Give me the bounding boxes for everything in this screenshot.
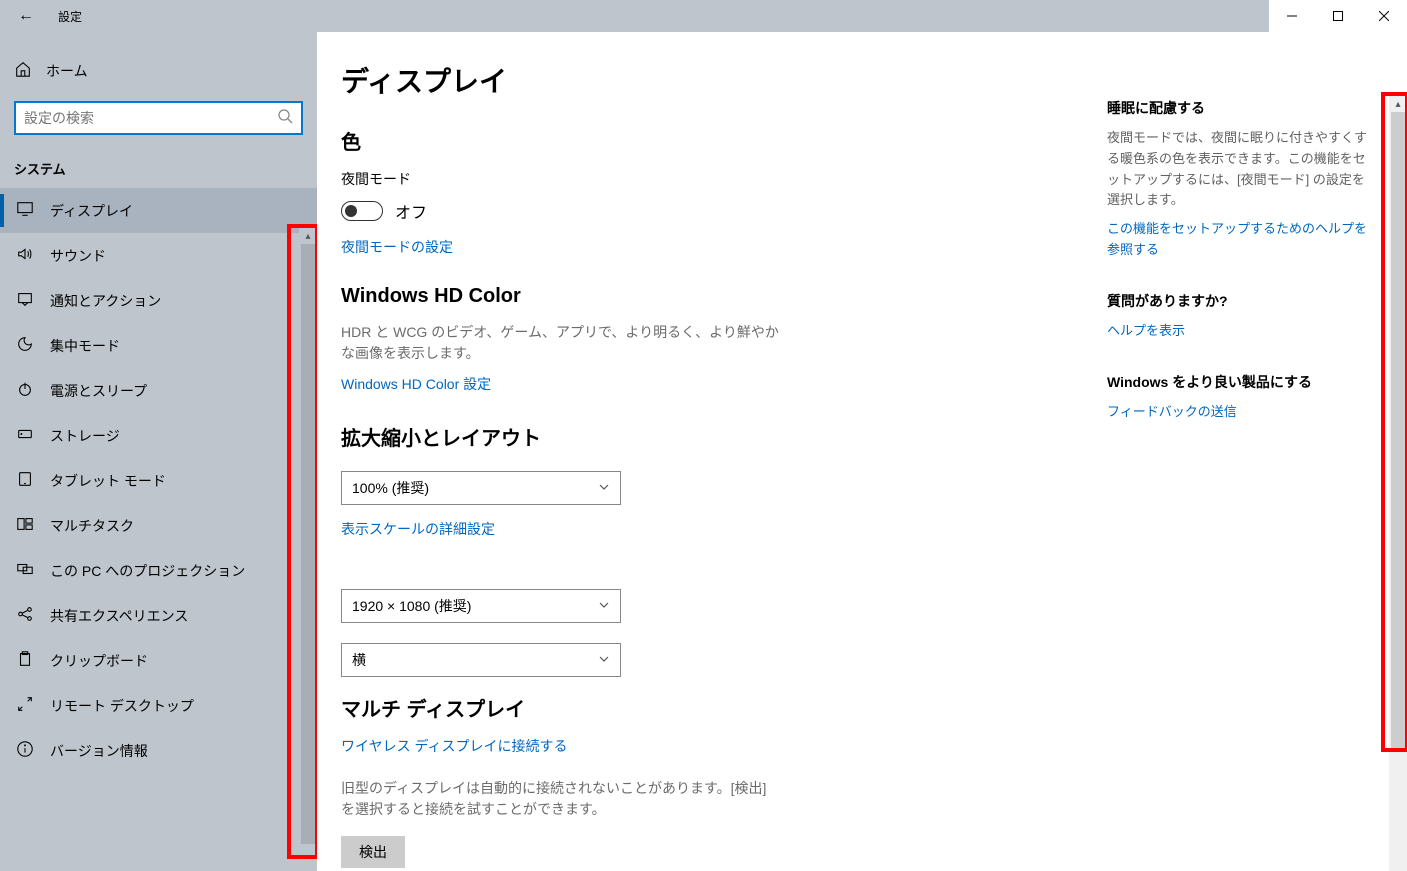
aside-sleep-text: 夜間モードでは、夜間に眠りに付きやすくする暖色系の色を表示できます。この機能をセ… — [1107, 128, 1369, 211]
sidebar-item-focus[interactable]: 集中モード — [0, 323, 317, 368]
display-icon — [16, 200, 34, 221]
sidebar-item-power[interactable]: 電源とスリープ — [0, 368, 317, 413]
night-mode-label: 夜間モード — [341, 169, 1097, 189]
sidebar-item-label: バージョン情報 — [50, 741, 148, 761]
orientation-select[interactable]: 横 — [341, 643, 621, 677]
search-input[interactable] — [14, 101, 303, 135]
multitask-icon — [16, 515, 34, 536]
sidebar-item-about[interactable]: バージョン情報 — [0, 728, 317, 773]
sidebar-item-share[interactable]: 共有エクスペリエンス — [0, 593, 317, 638]
wireless-display-link[interactable]: ワイヤレス ディスプレイに接続する — [341, 736, 568, 756]
chevron-down-icon — [598, 652, 610, 668]
search-icon — [277, 108, 293, 129]
remote-icon — [16, 695, 34, 716]
aside-sleep-heading: 睡眠に配慮する — [1107, 98, 1369, 118]
focus-icon — [16, 335, 34, 356]
hd-color-desc: HDR と WCG のビデオ、ゲーム、アプリで、より明るく、より鮮やかな画像を表… — [341, 322, 781, 364]
sidebar-item-label: この PC へのプロジェクション — [50, 561, 245, 581]
orientation-value: 横 — [352, 650, 366, 670]
search-field[interactable] — [24, 110, 277, 126]
resolution-value: 1920 × 1080 (推奨) — [352, 596, 471, 616]
main-panel: ディスプレイ 色 夜間モード オフ 夜間モードの設定 Windows HD Co… — [317, 32, 1407, 871]
aside-feedback-heading: Windows をより良い製品にする — [1107, 372, 1369, 392]
home-label: ホーム — [46, 61, 88, 81]
sidebar-item-project[interactable]: この PC へのプロジェクション — [0, 548, 317, 593]
night-mode-toggle[interactable] — [341, 201, 383, 221]
sidebar-item-tablet[interactable]: タブレット モード — [0, 458, 317, 503]
sidebar-home[interactable]: ホーム — [0, 50, 317, 91]
main-scrollbar[interactable]: ▴ — [1389, 96, 1407, 871]
sidebar-scroll-thumb[interactable] — [301, 244, 315, 844]
scale-layout-heading: 拡大縮小とレイアウト — [341, 422, 1097, 451]
sidebar-item-label: タブレット モード — [50, 471, 166, 491]
sidebar-item-label: クリップボード — [50, 651, 148, 671]
close-button[interactable] — [1361, 0, 1407, 32]
aside-sleep-link[interactable]: この機能をセットアップするためのヘルプを参照する — [1107, 219, 1369, 261]
window-title: 設定 — [58, 8, 82, 25]
sidebar-item-label: 電源とスリープ — [50, 381, 147, 401]
sound-icon — [16, 245, 34, 266]
home-icon — [14, 60, 32, 81]
share-icon — [16, 605, 34, 626]
minimize-button[interactable] — [1269, 0, 1315, 32]
chevron-down-icon — [598, 480, 610, 496]
sidebar-item-label: 共有エクスペリエンス — [50, 606, 188, 626]
detect-button[interactable]: 検出 — [341, 836, 405, 868]
color-heading: 色 — [341, 126, 1097, 155]
resolution-select[interactable]: 1920 × 1080 (推奨) — [341, 589, 621, 623]
scale-select[interactable]: 100% (推奨) — [341, 471, 621, 505]
sidebar-item-label: マルチタスク — [50, 516, 134, 536]
power-icon — [16, 380, 34, 401]
night-mode-state: オフ — [395, 199, 427, 223]
about-icon — [16, 740, 34, 761]
back-button[interactable]: ← — [18, 7, 34, 25]
main-scroll-thumb[interactable] — [1391, 112, 1405, 752]
scroll-up-icon[interactable]: ▴ — [1389, 96, 1407, 112]
project-icon — [16, 560, 34, 581]
toggle-knob — [345, 205, 357, 217]
hd-color-settings-link[interactable]: Windows HD Color 設定 — [341, 374, 491, 394]
aside-help-link[interactable]: ヘルプを表示 — [1107, 321, 1185, 342]
storage-icon — [16, 425, 34, 446]
scale-advanced-link[interactable]: 表示スケールの詳細設定 — [341, 519, 495, 539]
sidebar-item-clipboard[interactable]: クリップボード — [0, 638, 317, 683]
multi-display-heading: マルチ ディスプレイ — [341, 693, 1097, 722]
sidebar-item-label: 集中モード — [50, 336, 120, 356]
aside-panel: 睡眠に配慮する 夜間モードでは、夜間に眠りに付きやすくする暖色系の色を表示できま… — [1107, 32, 1379, 871]
maximize-button[interactable] — [1315, 0, 1361, 32]
sidebar: ホーム システム ディスプレイサウンド通知とアクション集中モード電源とスリープス… — [0, 32, 317, 871]
sidebar-item-sound[interactable]: サウンド — [0, 233, 317, 278]
sidebar-item-storage[interactable]: ストレージ — [0, 413, 317, 458]
scale-value: 100% (推奨) — [352, 478, 429, 498]
sidebar-item-label: サウンド — [50, 246, 106, 266]
sidebar-item-remote[interactable]: リモート デスクトップ — [0, 683, 317, 728]
scroll-up-icon[interactable]: ▴ — [299, 228, 317, 244]
sidebar-item-display[interactable]: ディスプレイ — [0, 188, 317, 233]
sidebar-item-label: ストレージ — [50, 426, 120, 446]
sidebar-item-notify[interactable]: 通知とアクション — [0, 278, 317, 323]
multi-display-desc: 旧型のディスプレイは自動的に接続されないことがあります。[検出] を選択すると接… — [341, 778, 781, 820]
aside-question-heading: 質問がありますか? — [1107, 291, 1369, 311]
sidebar-item-label: リモート デスクトップ — [50, 696, 194, 716]
night-mode-settings-link[interactable]: 夜間モードの設定 — [341, 237, 453, 257]
sidebar-item-multitask[interactable]: マルチタスク — [0, 503, 317, 548]
tablet-icon — [16, 470, 34, 491]
sidebar-section-label: システム — [0, 149, 317, 188]
sidebar-item-label: ディスプレイ — [50, 201, 133, 221]
clipboard-icon — [16, 650, 34, 671]
sidebar-item-label: 通知とアクション — [50, 291, 161, 311]
aside-feedback-link[interactable]: フィードバックの送信 — [1107, 402, 1237, 423]
hd-color-heading: Windows HD Color — [341, 285, 1097, 308]
chevron-down-icon — [598, 598, 610, 614]
sidebar-scrollbar[interactable]: ▴ — [299, 228, 317, 871]
page-title: ディスプレイ — [341, 60, 1097, 100]
notify-icon — [16, 290, 34, 311]
